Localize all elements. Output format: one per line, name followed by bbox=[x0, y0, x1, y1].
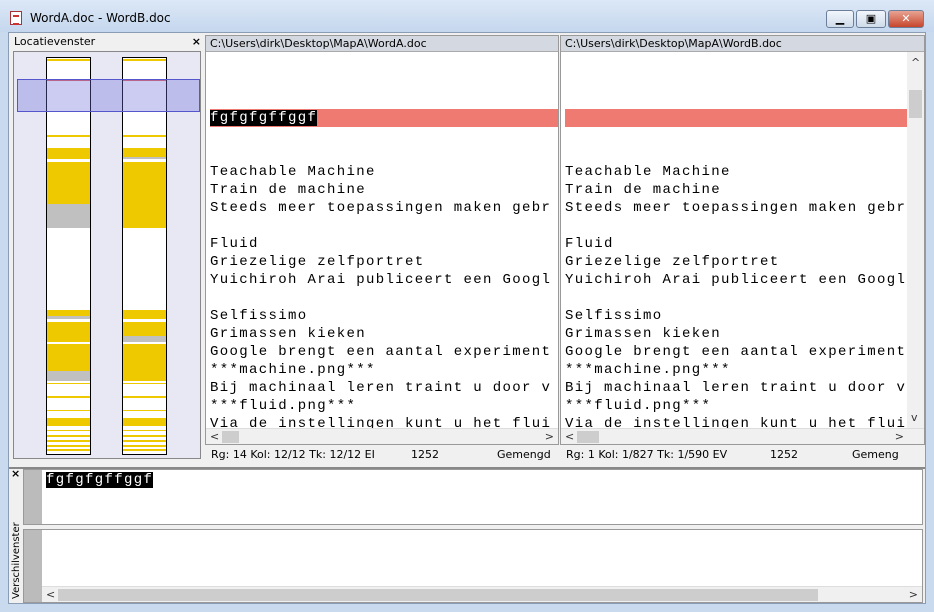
diff-top-text: fgfgfgffggf bbox=[46, 472, 154, 488]
right-text-line: ***machine.png*** bbox=[565, 362, 731, 378]
right-text-line: Yuichiroh Arai publiceert een Googl bbox=[565, 272, 907, 288]
diff-horizontal-scrollbar[interactable]: < > bbox=[42, 586, 922, 602]
maximize-button[interactable]: ▣ bbox=[856, 10, 886, 28]
diff-pane-close-icon[interactable]: × bbox=[11, 467, 20, 480]
left-codepage: 1252 bbox=[411, 448, 439, 461]
left-cursor-position: Rg: 14 Kol: 12/12 Tk: 12/12 EI bbox=[211, 448, 375, 461]
right-text-line: Steeds meer toepassingen maken gebr bbox=[565, 200, 907, 216]
right-text-line: Teachable Machine bbox=[565, 164, 731, 180]
left-text-line: ***fluid.png*** bbox=[210, 398, 357, 414]
right-text-line: Bij machinaal leren traint u door v bbox=[565, 380, 907, 396]
left-file-bar[interactable] bbox=[46, 57, 91, 455]
left-text-line: ***machine.png*** bbox=[210, 362, 376, 378]
left-text-line: Yuichiroh Arai publiceert een Googl bbox=[210, 272, 552, 288]
left-text-line: Train de machine bbox=[210, 182, 367, 198]
left-text-line bbox=[210, 217, 558, 235]
left-text-line: Google brengt een aantal experiment bbox=[210, 344, 552, 360]
diff-bottom-view[interactable]: < > bbox=[23, 529, 923, 603]
left-text-line: Griezelige zelfportret bbox=[210, 254, 425, 270]
left-file-pane[interactable]: C:\Users\dirk\Desktop\MapA\WordA.doc fgf… bbox=[205, 35, 559, 445]
right-file-path: C:\Users\dirk\Desktop\MapA\WordB.doc bbox=[561, 36, 924, 52]
left-text-line: Fluid bbox=[210, 236, 259, 252]
title-bar: WordA.doc - WordB.doc ▁ ▣ ✕ bbox=[0, 0, 934, 32]
diff-pane-title: Verschilvenster bbox=[11, 522, 22, 599]
right-eol: Gemeng bbox=[852, 448, 899, 461]
app-icon bbox=[10, 11, 22, 25]
left-selected-text: fgfgfgffggf bbox=[210, 110, 318, 126]
right-file-pane[interactable]: C:\Users\dirk\Desktop\MapA\WordB.doc Tea… bbox=[560, 35, 925, 445]
minimize-button[interactable]: ▁ bbox=[826, 10, 854, 28]
right-text-line: ***fluid.png*** bbox=[565, 398, 712, 414]
right-codepage: 1252 bbox=[770, 448, 798, 461]
diff-top-view[interactable]: fgfgfgffggf bbox=[23, 469, 923, 525]
left-text-line: Teachable Machine bbox=[210, 164, 376, 180]
left-text-line: Selfissimo bbox=[210, 308, 308, 324]
left-text-line: Steeds meer toepassingen maken gebr bbox=[210, 200, 552, 216]
main-client: Locatievenster × C:\Users\dirk\Desktop\Ma… bbox=[8, 32, 926, 604]
right-file-bar[interactable] bbox=[122, 57, 167, 455]
location-pane-title: Locatievenster bbox=[14, 35, 96, 48]
right-text-line: Selfissimo bbox=[565, 308, 663, 324]
diff-pane: × Verschilvenster fgfgfgffggf < > bbox=[9, 467, 925, 603]
close-button[interactable]: ✕ bbox=[888, 10, 924, 28]
location-pane: Locatievenster × bbox=[11, 35, 203, 461]
right-vertical-scrollbar[interactable]: ^ v bbox=[907, 52, 924, 428]
left-horizontal-scrollbar[interactable]: < > bbox=[206, 428, 558, 444]
right-cursor-position: Rg: 1 Kol: 1/827 Tk: 1/590 EV bbox=[566, 448, 728, 461]
location-pane-close-icon[interactable]: × bbox=[192, 35, 201, 49]
left-status-bar: Rg: 14 Kol: 12/12 Tk: 12/12 EI 1252 Geme… bbox=[205, 445, 559, 465]
right-text-line: Train de machine bbox=[565, 182, 722, 198]
left-text-line bbox=[210, 289, 558, 307]
left-text-line: Grimassen kieken bbox=[210, 326, 367, 342]
right-text-line bbox=[565, 289, 910, 307]
right-text-line bbox=[565, 217, 910, 235]
location-viewport[interactable] bbox=[17, 79, 200, 112]
location-map[interactable] bbox=[13, 51, 201, 459]
right-status-bar: Rg: 1 Kol: 1/827 Tk: 1/590 EV 1252 Gemen… bbox=[560, 445, 925, 465]
right-horizontal-scrollbar[interactable]: < > bbox=[561, 428, 924, 444]
left-text-line: Bij machinaal leren traint u door v bbox=[210, 380, 552, 396]
right-text-line: Google brengt een aantal experiment bbox=[565, 344, 907, 360]
right-text-line: Grimassen kieken bbox=[565, 326, 722, 342]
left-file-path: C:\Users\dirk\Desktop\MapA\WordA.doc bbox=[206, 36, 558, 52]
window-title: WordA.doc - WordB.doc bbox=[30, 11, 171, 25]
right-text-line: Fluid bbox=[565, 236, 614, 252]
right-text-line: Griezelige zelfportret bbox=[565, 254, 780, 270]
left-eol: Gemengd bbox=[497, 448, 551, 461]
